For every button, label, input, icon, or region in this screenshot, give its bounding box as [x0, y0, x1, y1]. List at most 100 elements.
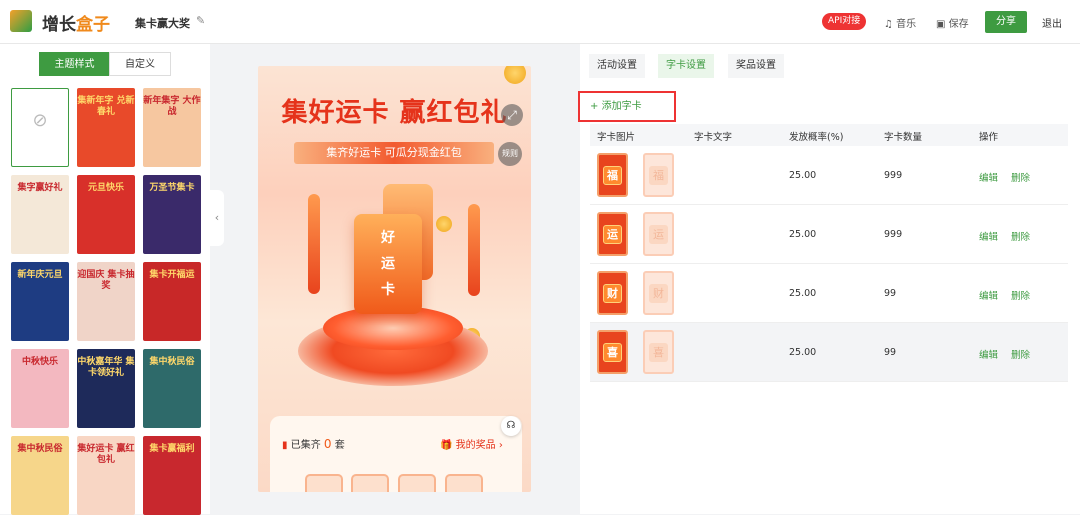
logo-text-a: 增长 [42, 15, 76, 35]
probability-value: 25.00 [789, 229, 817, 240]
collapse-panel-button[interactable]: ‹ [210, 190, 224, 246]
template-thumbnail[interactable]: 集新年字 兑新春礼 [77, 88, 135, 167]
edit-link[interactable]: 编辑 [979, 229, 998, 243]
table-row: 福 福 25.00 999 编辑 删除 [590, 146, 1068, 205]
template-label: 集新年字 兑新春礼 [77, 96, 135, 117]
delete-link[interactable]: 删除 [1011, 347, 1030, 361]
card-slot [398, 474, 436, 492]
template-thumbnail[interactable]: 中秋嘉年华 集卡领好礼 [77, 349, 135, 428]
card-char-gray: 福 [649, 166, 668, 185]
template-thumbnail[interactable]: 集字赢好礼 [11, 175, 69, 254]
phone-preview: 集好运卡 赢红包礼 ⤢ 集齐好运卡 可瓜分现金红包 规则 好 运 卡 ▮ 已集齐… [258, 66, 531, 492]
preview-subtitle: 集齐好运卡 可瓜分现金红包 [294, 142, 494, 164]
tab-custom[interactable]: 自定义 [109, 52, 171, 76]
customer-service-icon[interactable]: ☊ [501, 416, 521, 436]
table-row: 运 运 25.00 999 编辑 删除 [590, 205, 1068, 264]
my-prizes-link[interactable]: 🎁 我的奖品 › [440, 436, 503, 451]
template-thumbnail[interactable]: 集好运卡 赢红包礼 [77, 436, 135, 515]
template-thumbnail[interactable]: 新年庆元旦 [11, 262, 69, 341]
template-thumbnail[interactable]: 集中秋民俗 [11, 436, 69, 515]
card-char: 好 [381, 230, 395, 246]
template-thumbnail[interactable]: 中秋快乐 [11, 349, 69, 428]
template-thumbnail[interactable]: 迎国庆 集卡抽奖 [77, 262, 135, 341]
card-char: 喜 [603, 343, 622, 362]
theme-panel: 主题样式 自定义 ⊘ 集新年字 兑新春礼 新年集字 大作战集字赢好礼 元旦快乐 万圣节集… [0, 44, 210, 515]
music-button[interactable]: ♫ 音乐 [884, 15, 916, 30]
logo-icon [10, 10, 32, 32]
save-button[interactable]: ▣ 保存 [936, 15, 969, 30]
card-image[interactable]: 财 [597, 271, 628, 315]
template-thumbnail[interactable]: 集中秋民俗 [143, 349, 201, 428]
save-label: 保存 [948, 19, 969, 30]
card-char-gray: 运 [649, 225, 668, 244]
template-label: 万圣节集卡 [149, 183, 195, 193]
template-label: 集卡赢福利 [149, 444, 195, 454]
tab-prize-settings[interactable]: 奖品设置 [728, 54, 784, 78]
card-image-gray[interactable]: 福 [643, 153, 674, 197]
delete-link[interactable]: 删除 [1011, 288, 1030, 302]
quantity-value: 99 [884, 347, 897, 358]
decoration-tool-icon[interactable]: ⤢ [501, 104, 523, 126]
col-card-text: 字卡文字 [694, 132, 733, 143]
template-thumbnail[interactable]: 集卡开福运 [143, 262, 201, 341]
delete-link[interactable]: 删除 [1011, 170, 1030, 184]
card-image[interactable]: 喜 [597, 330, 628, 374]
my-prizes-label: 我的奖品 [455, 440, 496, 451]
save-icon: ▣ [936, 19, 946, 30]
card-image[interactable]: 运 [597, 212, 628, 256]
table-header: 字卡图片 字卡文字 发放概率(%) 字卡数量 操作 [590, 124, 1068, 146]
card-image-gray[interactable]: 财 [643, 271, 674, 315]
card-char: 运 [603, 225, 622, 244]
add-card-label: 添加字卡 [601, 101, 642, 112]
tab-activity-settings[interactable]: 活动设置 [589, 54, 645, 78]
card-char: 运 [381, 256, 395, 272]
card-image-gray[interactable]: 运 [643, 212, 674, 256]
card-slot [305, 474, 343, 492]
edit-title-icon[interactable]: ✎ [196, 14, 205, 27]
plus-icon: + [590, 101, 599, 112]
card-char-gray: 财 [649, 284, 668, 303]
template-thumbnail[interactable]: 万圣节集卡 [143, 175, 201, 254]
collected-prefix: 已集齐 [290, 440, 321, 451]
top-bar: 增长盒子 集卡赢大奖 ✎ API对接 ♫ 音乐 ▣ 保存 分享 退出 [0, 0, 1080, 44]
activity-title[interactable]: 集卡赢大奖 [135, 15, 190, 31]
col-actions: 操作 [979, 132, 999, 143]
api-button[interactable]: API对接 [822, 13, 867, 30]
edit-link[interactable]: 编辑 [979, 170, 998, 184]
card-image[interactable]: 福 [597, 153, 628, 197]
card-char-gray: 喜 [649, 343, 668, 362]
table-row: 财 财 25.00 99 编辑 删除 [590, 264, 1068, 323]
collected-status: ▮ 已集齐 0 套 [282, 436, 345, 451]
probability-value: 25.00 [789, 170, 817, 181]
template-label: 集字赢好礼 [17, 183, 63, 193]
edit-link[interactable]: 编辑 [979, 288, 998, 302]
rule-button[interactable]: 规则 [498, 142, 522, 166]
lucky-card-graphic: 好 运 卡 [354, 214, 422, 314]
edit-link[interactable]: 编辑 [979, 347, 998, 361]
template-thumbnail[interactable]: 新年集字 大作战 [143, 88, 201, 167]
music-label: 音乐 [896, 19, 917, 30]
col-card-image: 字卡图片 [597, 132, 636, 143]
progress-card: ▮ 已集齐 0 套 🎁 我的奖品 › [270, 416, 522, 492]
tab-card-settings[interactable]: 字卡设置 [658, 54, 714, 78]
card-image-gray[interactable]: 喜 [643, 330, 674, 374]
quantity-value: 999 [884, 229, 903, 240]
logo-text-b: 盒子 [76, 15, 110, 35]
template-none[interactable]: ⊘ [11, 88, 69, 167]
card-char: 福 [603, 166, 622, 185]
template-thumbnail[interactable]: 元旦快乐 [77, 175, 135, 254]
probability-value: 25.00 [789, 347, 817, 358]
exit-button[interactable]: 退出 [1042, 15, 1062, 30]
template-thumbnail[interactable]: 集卡赢福利 [143, 436, 201, 515]
template-label: 迎国庆 集卡抽奖 [77, 270, 135, 291]
quantity-value: 99 [884, 288, 897, 299]
gift-icon: 🎁 [440, 440, 453, 451]
delete-link[interactable]: 删除 [1011, 229, 1030, 243]
template-label: 集卡开福运 [149, 270, 195, 280]
card-icon: ▮ [282, 440, 288, 451]
tab-theme-style[interactable]: 主题样式 [39, 52, 110, 76]
add-card-button[interactable]: + 添加字卡 [578, 91, 676, 122]
probability-value: 25.00 [789, 288, 817, 299]
share-button[interactable]: 分享 [985, 11, 1027, 33]
template-label: 集好运卡 赢红包礼 [77, 444, 135, 465]
